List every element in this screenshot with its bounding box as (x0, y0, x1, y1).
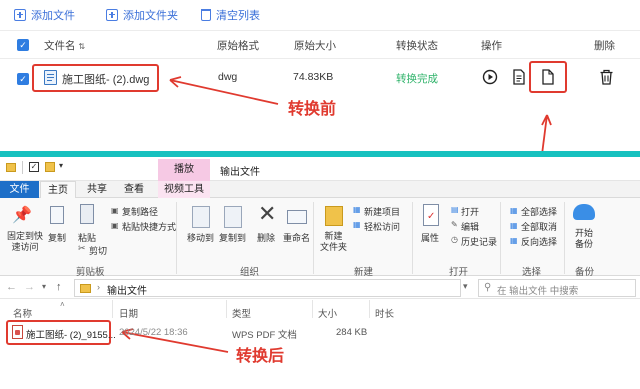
invert-selection-icon: ▦ (510, 236, 518, 245)
group-separator (500, 202, 501, 274)
tab-file[interactable]: 文件 (0, 181, 39, 198)
move-to-button[interactable]: 移动到 (187, 231, 214, 244)
file-name[interactable]: 施工图纸- (2)_9155... (26, 327, 116, 341)
folder-icon[interactable] (45, 162, 55, 172)
easy-access-button[interactable]: 轻松访问 (364, 220, 400, 233)
pdf-file-icon (12, 325, 23, 339)
tab-video-tools[interactable]: 视频工具 (158, 181, 210, 198)
new-folder-icon (325, 206, 343, 226)
scissors-icon: ✂ (78, 243, 86, 253)
open-icon: ▤ (451, 205, 459, 214)
new-item-button[interactable]: 新建项目 (364, 205, 400, 218)
group-backup: 备份 (575, 267, 595, 278)
open-button[interactable]: 打开 (461, 205, 479, 218)
rename-icon (287, 210, 307, 224)
breadcrumb-chevron-icon: › (97, 282, 100, 292)
group-clipboard: 剪贴板 (76, 267, 105, 278)
start-backup-button[interactable]: 开始 备份 (575, 228, 593, 250)
folder-icon (6, 163, 16, 172)
file-date: 2024/5/22 18:36 (119, 327, 188, 338)
tab-share[interactable]: 共享 (80, 181, 114, 198)
tab-home[interactable]: 主页 (40, 181, 76, 198)
new-item-icon: ▦ (353, 205, 361, 214)
chevron-down-icon[interactable]: ▾ (59, 161, 63, 170)
history-icon: ◷ (451, 235, 458, 244)
pin-icon: 📌 (12, 207, 32, 224)
breadcrumb: 输出文件 (107, 286, 147, 297)
column-name[interactable]: 名称 (13, 306, 32, 320)
edit-button[interactable]: 编辑 (461, 220, 479, 233)
file-size: 284 KB (336, 327, 368, 338)
window-title: 输出文件 (220, 167, 260, 178)
column-divider (369, 300, 370, 318)
group-organize: 组织 (240, 267, 260, 278)
up-arrow-icon[interactable]: ↑ (56, 281, 62, 293)
file-type: WPS PDF 文档 (232, 330, 297, 341)
explorer-titlebar: ✓ ▾ 播放 输出文件 (0, 157, 640, 181)
search-input[interactable]: ⚲ 在 输出文件 中搜索 (478, 279, 636, 297)
rename-button[interactable]: 重命名 (283, 231, 310, 244)
dropdown-icon[interactable]: ▾ (463, 281, 468, 292)
column-date[interactable]: 日期 (119, 306, 138, 320)
group-select: 选择 (522, 267, 542, 278)
copy-icon (50, 206, 64, 224)
shortcut-icon: ▣ (111, 221, 119, 230)
copy-to-icon (224, 206, 242, 228)
group-separator (564, 202, 565, 274)
properties-icon: ✓ (423, 204, 439, 226)
folder-icon (80, 284, 91, 293)
checkbox-icon[interactable]: ✓ (29, 162, 39, 172)
column-divider (226, 300, 227, 318)
column-size[interactable]: 大小 (318, 306, 337, 320)
address-field[interactable]: › 输出文件 (74, 279, 461, 297)
screenshot-root: 添加文件 添加文件夹 清空列表 ✓ 文件名 ⇅ 原始格式 原始大小 转换状态 操… (0, 0, 640, 389)
tab-view[interactable]: 查看 (117, 181, 151, 198)
group-open: 打开 (449, 267, 469, 278)
group-new: 新建 (354, 267, 374, 278)
search-placeholder: 在 输出文件 中搜索 (497, 286, 579, 297)
chevron-down-icon[interactable]: ▾ (42, 282, 46, 291)
invert-selection-button[interactable]: 反向选择 (521, 235, 557, 248)
address-bar-row: ← → ▾ ↑ › 输出文件 ▾ ⚲ 在 输出文件 中搜索 (0, 277, 640, 299)
column-duration[interactable]: 时长 (375, 306, 394, 320)
paste-icon (80, 204, 94, 224)
new-folder-button[interactable]: 新建 文件夹 (320, 231, 347, 253)
paste-shortcut-button[interactable]: 粘贴快捷方式 (122, 220, 176, 233)
cloud-upload-icon (573, 204, 595, 220)
ribbon-tabs: 文件 主页 共享 查看 视频工具 (0, 181, 640, 198)
back-icon[interactable]: ← (6, 281, 17, 293)
pin-quick-access-button[interactable]: 固定到快 速访问 (5, 231, 45, 253)
select-none-icon: ▦ (510, 221, 518, 230)
select-none-button[interactable]: 全部取消 (521, 220, 557, 233)
select-all-icon: ▦ (510, 206, 518, 215)
delete-x-icon: ✕ (258, 201, 277, 226)
divider (22, 161, 23, 174)
copy-to-button[interactable]: 复制到 (219, 231, 246, 244)
sort-up-icon: ˄ (60, 300, 65, 309)
easy-access-icon: ▦ (353, 220, 361, 229)
column-type[interactable]: 类型 (232, 306, 251, 320)
copy-button[interactable]: 复制 (48, 231, 66, 244)
copy-path-button[interactable]: 复制路径 (122, 205, 158, 218)
column-divider (112, 300, 113, 318)
forward-icon[interactable]: → (24, 281, 35, 293)
group-separator (313, 202, 314, 274)
annotation-before: 转换前 (288, 101, 337, 118)
history-button[interactable]: 历史记录 (461, 235, 497, 248)
group-separator (412, 202, 413, 274)
select-all-button[interactable]: 全部选择 (521, 205, 557, 218)
cut-button[interactable]: 剪切 (89, 244, 107, 257)
column-divider (312, 300, 313, 318)
properties-button[interactable]: 属性 (421, 231, 439, 244)
tab-manage[interactable]: 播放 (158, 159, 210, 181)
edit-icon: ✎ (451, 220, 458, 229)
annotation-after: 转换后 (236, 348, 285, 365)
search-icon: ⚲ (484, 282, 492, 293)
delete-button[interactable]: 删除 (257, 231, 275, 244)
move-to-icon (192, 206, 210, 228)
group-separator (176, 202, 177, 274)
copy-path-icon: ▣ (111, 206, 119, 215)
